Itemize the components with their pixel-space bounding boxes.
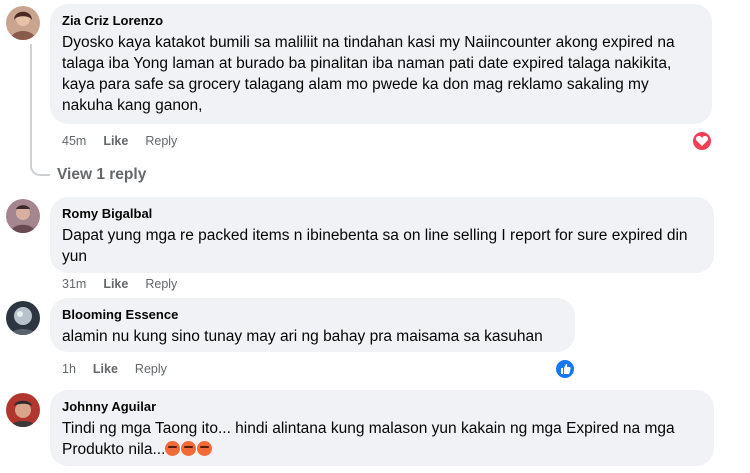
comment-time[interactable]: 1h <box>62 362 76 376</box>
like-button[interactable]: Like <box>103 134 128 148</box>
avatar[interactable] <box>6 199 40 233</box>
reply-button[interactable]: Reply <box>145 134 177 148</box>
comment-actions: 31m Like Reply <box>62 277 177 291</box>
reply-button[interactable]: Reply <box>145 277 177 291</box>
avatar[interactable] <box>6 301 40 335</box>
comment-actions: 1h Like Reply <box>62 362 167 376</box>
angry-face-icon <box>197 441 213 456</box>
avatar[interactable] <box>6 6 40 40</box>
comment-bubble: Johnny Aguilar Tindi ng mga Taong ito...… <box>50 390 714 466</box>
angry-face-icon <box>165 441 181 456</box>
comment-bubble: Romy Bigalbal Dapat yung mga re packed i… <box>50 197 714 273</box>
comment-author[interactable]: Romy Bigalbal <box>62 205 702 222</box>
comment-text-body: Tindi ng mga Taong ito... hindi alintana… <box>62 420 675 458</box>
comment-author[interactable]: Zia Criz Lorenzo <box>62 12 700 29</box>
thumbs-up-reaction-icon[interactable] <box>554 358 576 380</box>
comment-author[interactable]: Johnny Aguilar <box>62 398 702 415</box>
reply-button[interactable]: Reply <box>135 362 167 376</box>
avatar[interactable] <box>6 393 40 427</box>
comment-text: alamin nu kung sino tunay may ari ng bah… <box>62 328 543 345</box>
comment-text: Dyosko kaya katakot bumili sa maliliit n… <box>62 34 675 114</box>
comment-actions: 45m Like Reply <box>62 134 177 148</box>
comment-bubble: Blooming Essence alamin nu kung sino tun… <box>50 298 575 352</box>
comment-author[interactable]: Blooming Essence <box>62 306 563 323</box>
comment-bubble: Zia Criz Lorenzo Dyosko kaya katakot bum… <box>50 4 712 124</box>
comment-text: Tindi ng mga Taong ito... hindi alintana… <box>62 418 702 460</box>
comment-text: Dapat yung mga re packed items n ibinebe… <box>62 227 688 265</box>
thread-connector <box>30 44 50 176</box>
comment-time[interactable]: 45m <box>62 134 86 148</box>
like-button[interactable]: Like <box>93 362 118 376</box>
heart-reaction-icon[interactable] <box>691 130 713 152</box>
like-button[interactable]: Like <box>103 277 128 291</box>
comment-time[interactable]: 31m <box>62 277 86 291</box>
view-replies-link[interactable]: View 1 reply <box>57 166 146 184</box>
angry-face-icon <box>181 441 197 456</box>
